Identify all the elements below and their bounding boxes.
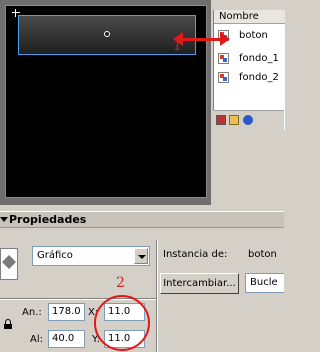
symbol-behavior-select[interactable]: Gráfico <box>32 246 150 266</box>
collapse-triangle-icon[interactable] <box>0 217 8 222</box>
library-column-header[interactable]: Nombre <box>214 10 285 24</box>
graphic-symbol-icon <box>218 72 229 83</box>
annotation-marker-1: 1 <box>173 38 182 54</box>
height-field[interactable]: 40.0 <box>48 330 85 348</box>
library-item-fondo-2[interactable]: fondo_2 <box>214 69 285 86</box>
new-symbol-icon[interactable] <box>216 115 226 125</box>
symbol-type-icon <box>0 248 18 280</box>
registration-point-icon <box>12 9 20 17</box>
symbol-behavior-value: Gráfico <box>37 250 73 261</box>
annotation-marker-2: 2 <box>116 275 125 291</box>
width-field[interactable]: 178.0 <box>48 303 85 321</box>
graphic-symbol-icon <box>218 53 229 64</box>
loop-select-value: Bucle <box>250 277 278 288</box>
chevron-down-icon[interactable] <box>134 248 148 264</box>
instance-of-value: boton <box>248 249 277 260</box>
lock-icon[interactable] <box>4 319 12 329</box>
loop-select[interactable]: Bucle <box>245 273 284 293</box>
height-label: Al: <box>30 334 43 345</box>
divider <box>156 240 158 352</box>
properties-icon[interactable] <box>243 115 253 125</box>
properties-panel-title: Propiedades <box>9 213 87 226</box>
transform-point-icon[interactable] <box>104 31 110 37</box>
properties-panel-header[interactable]: Propiedades <box>0 211 284 228</box>
width-label: An.: <box>22 307 42 318</box>
library-item-label: boton <box>239 30 268 41</box>
library-toolbar <box>213 110 284 131</box>
swap-symbol-button[interactable]: Intercambiar... <box>160 273 239 294</box>
annotation-arrow <box>180 38 222 41</box>
library-item-fondo-1[interactable]: fondo_1 <box>214 50 285 67</box>
instance-of-label: Instancia de: <box>163 249 228 260</box>
annotation-circle <box>94 295 150 351</box>
library-item-label: fondo_2 <box>239 72 279 83</box>
new-folder-icon[interactable] <box>229 115 239 125</box>
library-item-label: fondo_1 <box>239 53 279 64</box>
annotation-arrow-head-right <box>220 32 230 46</box>
